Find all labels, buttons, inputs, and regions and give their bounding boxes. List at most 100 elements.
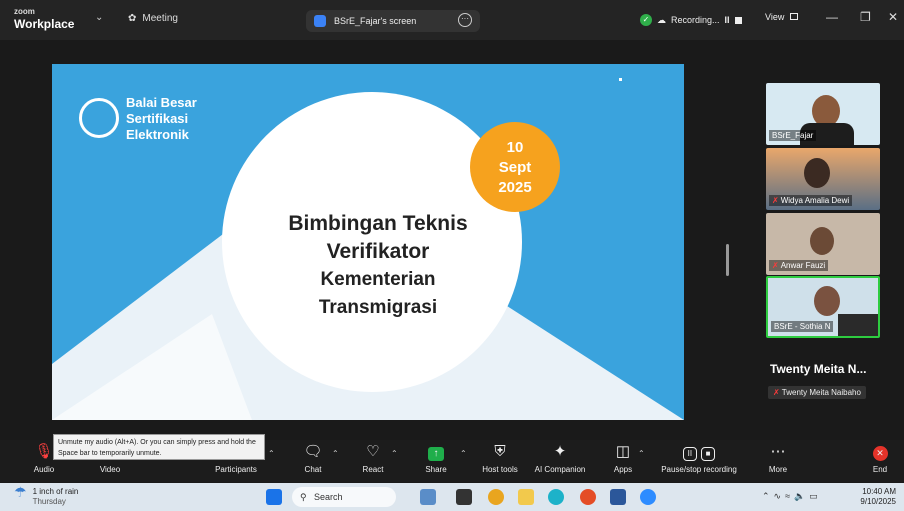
chevron-down-icon[interactable]: ⌄	[95, 12, 103, 23]
more-options-icon[interactable]: ···	[458, 13, 472, 27]
share-caret-icon[interactable]: ⌃	[460, 449, 467, 458]
react-label: React	[362, 465, 384, 474]
word-icon[interactable]	[610, 489, 626, 505]
weather-widget[interactable]: ☂ 1 inch of rain Thursday	[14, 484, 79, 507]
slide-logo-text: Balai Besar Sertifikasi Elektronik	[126, 95, 197, 143]
participant-tile[interactable]: ✗ Anwar Fauzi	[766, 213, 880, 275]
panel-resize-handle[interactable]	[726, 244, 729, 276]
share-button[interactable]: ↑ Share	[420, 442, 452, 474]
view-button[interactable]: View	[765, 12, 798, 22]
slide-date-badge: 10 Sept 2025	[470, 122, 560, 212]
edge-icon[interactable]	[548, 489, 564, 505]
active-speaker-label: ✗ Twenty Meita Naibaho	[768, 386, 866, 399]
recording-label: Recording...	[671, 15, 720, 25]
weather-day: Thursday	[32, 497, 66, 506]
apps-label: Apps	[613, 465, 633, 474]
slide-title: Bimbingan Teknis Verifikator Kementerian…	[248, 210, 508, 322]
end-button[interactable]: ✕ End	[868, 442, 892, 474]
participant-name: ✗ Anwar Fauzi	[769, 260, 829, 271]
close-icon[interactable]: ✕	[888, 10, 898, 24]
rain-icon: ☂	[14, 484, 27, 500]
shared-screen-label: BSrE_Fajar's screen	[334, 16, 417, 26]
meeting-tab-label: Meeting	[142, 13, 178, 24]
shield-icon: ⛨	[494, 443, 506, 460]
participants-caret-icon[interactable]: ⌃	[268, 449, 275, 458]
shared-screen-tab[interactable]: BSrE_Fajar's screen ···	[306, 10, 480, 32]
chat-label: Chat	[304, 465, 322, 474]
audio-label: Audio	[33, 465, 55, 474]
meeting-tab[interactable]: ✿ Meeting	[128, 13, 178, 24]
more-button[interactable]: ⋯ More	[764, 442, 792, 474]
paw-icon: ✿	[128, 13, 137, 24]
participant-name: BSrE - Sothia N	[771, 321, 834, 332]
participant-tile[interactable]: ✗ Widya Amalia Dewi	[766, 148, 880, 210]
shared-screen: Balai Besar Sertifikasi Elektronik 10 Se…	[52, 64, 684, 420]
weather-text: 1 inch of rain	[32, 487, 79, 496]
pause-icon[interactable]: II	[725, 15, 730, 25]
apps-caret-icon[interactable]: ⌃	[638, 449, 645, 458]
chat-bubble-icon: 🗨	[303, 443, 323, 460]
mic-muted-icon: ✗	[773, 388, 780, 397]
more-label: More	[768, 465, 788, 474]
logo-line-3: Elektronik	[126, 127, 189, 142]
taskbar-search[interactable]: ⚲ Search	[292, 487, 396, 507]
participant-name: BSrE_Fajar	[769, 130, 817, 141]
clock[interactable]: 10:40 AM 9/10/2025	[860, 487, 896, 507]
date-day: 10	[506, 139, 524, 156]
participant-tile-active-speaker[interactable]: BSrE - Sothia N	[766, 276, 880, 338]
bsre-logo-icon	[79, 98, 119, 138]
mic-muted-icon: ✗	[772, 261, 779, 270]
apps-button[interactable]: ◫ Apps	[610, 442, 636, 474]
participants-label: Participants	[215, 465, 257, 474]
chrome-icon[interactable]	[488, 489, 504, 505]
search-placeholder: Search	[314, 492, 343, 502]
clock-date: 9/10/2025	[860, 497, 896, 506]
zoom-app-icon[interactable]	[640, 489, 656, 505]
title-bar: zoom Workplace ⌄ ✿ Meeting BSrE_Fajar's …	[0, 0, 904, 40]
react-button[interactable]: ♡ React	[358, 442, 388, 474]
logo-line-1: Balai Besar	[126, 95, 197, 110]
participant-body	[838, 314, 878, 336]
chrome-profile-icon[interactable]	[580, 489, 596, 505]
grid-icon	[789, 13, 798, 20]
slide-title-line-2: Verifikator	[326, 240, 430, 263]
participant-tile[interactable]: BSrE_Fajar	[766, 83, 880, 145]
ai-companion-button[interactable]: ✦ AI Companion	[530, 442, 590, 474]
unmute-tooltip: Unmute my audio (Alt+A). Or you can simp…	[53, 434, 265, 460]
pause-recording-label: Pause/stop recording	[661, 465, 737, 474]
slide-title-line-1: Bimbingan Teknis	[288, 212, 468, 235]
end-call-icon: ✕	[868, 442, 892, 462]
volume-icon: 🔈	[794, 491, 810, 501]
system-tray[interactable]: ⌃∿≈🔈▭	[762, 491, 822, 502]
windows-start-icon[interactable]	[266, 489, 282, 505]
pause-stop-recording-button[interactable]: II ■ Pause/stop recording	[655, 442, 743, 474]
share-arrow-icon: ↑	[420, 442, 452, 462]
brand-line2: Workplace	[14, 17, 75, 31]
participant-face	[814, 286, 840, 316]
react-caret-icon[interactable]: ⌃	[391, 449, 398, 458]
participant-name: ✗ Widya Amalia Dewi	[769, 195, 853, 206]
recording-status[interactable]: ✓ ☁ Recording... II	[640, 10, 752, 30]
minimize-icon[interactable]: —	[826, 10, 838, 24]
host-tools-button[interactable]: ⛨ Host tools	[476, 442, 524, 474]
host-tools-label: Host tools	[482, 465, 518, 474]
pause-stop-icon: II ■	[655, 442, 743, 462]
task-view-icon[interactable]	[456, 489, 472, 505]
windows-taskbar: ☂ 1 inch of rain Thursday ⚲ Search ⌃∿≈🔈▭…	[0, 483, 904, 511]
date-year: 2025	[498, 179, 532, 196]
participant-face	[810, 227, 834, 255]
zoom-share-icon	[314, 15, 326, 27]
chat-caret-icon[interactable]: ⌃	[332, 449, 339, 458]
maximize-icon[interactable]: ❐	[860, 10, 871, 24]
apps-icon: ◫	[615, 443, 631, 460]
battery-icon: ▭	[809, 491, 822, 501]
cloud-icon: ☁	[657, 14, 666, 25]
shield-check-icon: ✓	[640, 14, 652, 26]
widgets-app-icon[interactable]	[420, 489, 436, 505]
stop-icon[interactable]	[734, 16, 742, 24]
chat-button[interactable]: 🗨 Chat	[298, 442, 328, 474]
slide-title-line-3: Kementerian	[320, 269, 436, 290]
file-explorer-icon[interactable]	[518, 489, 534, 505]
zoom-workplace-logo[interactable]: zoom Workplace	[14, 8, 75, 31]
chevron-up-icon[interactable]: ⌃	[762, 491, 774, 501]
